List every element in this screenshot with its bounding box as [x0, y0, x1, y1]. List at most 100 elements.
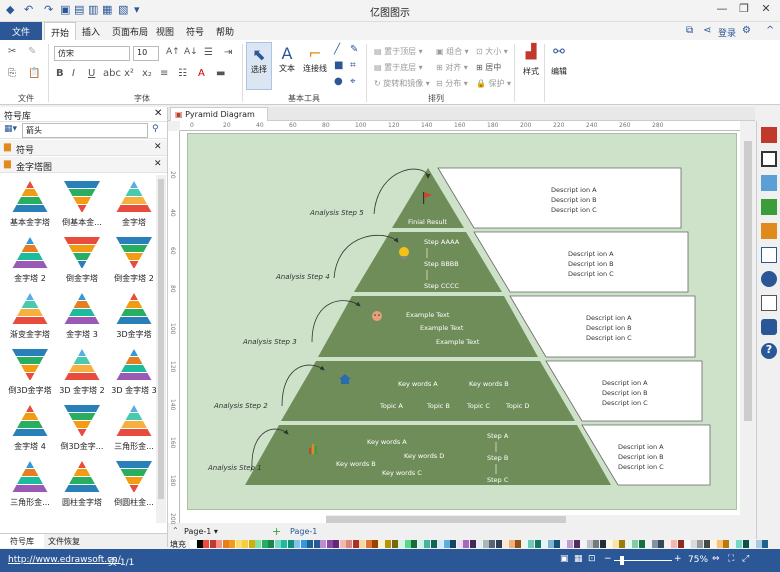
tier-4-item[interactable]: Key words A: [398, 380, 438, 388]
color-swatch[interactable]: [723, 540, 729, 548]
color-swatch[interactable]: [560, 540, 567, 548]
color-swatch[interactable]: [242, 540, 248, 548]
color-swatch[interactable]: [359, 540, 365, 548]
color-swatch[interactable]: [235, 540, 242, 548]
color-swatch[interactable]: [443, 540, 450, 548]
section-close-icon[interactable]: ✕: [154, 159, 162, 169]
underline-icon[interactable]: U: [88, 68, 95, 79]
description-line[interactable]: Descript ion B: [568, 260, 614, 268]
tab-help[interactable]: 帮助: [210, 22, 240, 40]
view-normal-icon[interactable]: ▣: [560, 554, 569, 564]
color-swatch[interactable]: [222, 540, 229, 548]
color-swatch[interactable]: [385, 540, 391, 548]
tier-2-item[interactable]: Step AAAA: [424, 238, 460, 246]
document-tab[interactable]: ▣ Pyramid Diagram ✕: [170, 107, 268, 128]
description-line[interactable]: Descript ion C: [551, 206, 597, 214]
color-swatch[interactable]: [365, 540, 372, 548]
font-grow-icon[interactable]: A↑: [166, 47, 180, 57]
tier-5-item[interactable]: Key words B: [336, 460, 376, 468]
shape-item[interactable]: 3D金字塔: [106, 287, 156, 341]
library-section-symbol[interactable]: ▆ 符号 ✕: [0, 140, 167, 156]
tab-symbol[interactable]: 符号: [180, 22, 210, 40]
center-button[interactable]: ⊞ 居中: [476, 62, 501, 73]
shape-item[interactable]: 圆柱金字塔: [54, 455, 110, 509]
color-swatch[interactable]: [677, 540, 684, 548]
view-grid-icon[interactable]: ▦: [574, 554, 583, 564]
shape-item[interactable]: 三角形金...: [2, 455, 58, 509]
color-swatch[interactable]: [196, 540, 203, 548]
color-swatch[interactable]: [521, 540, 528, 548]
text-tool-button[interactable]: A 文本: [274, 42, 300, 90]
color-swatch[interactable]: [482, 540, 489, 548]
page-nav-icon[interactable]: ⌃: [172, 526, 179, 535]
color-swatch[interactable]: [690, 540, 697, 548]
properties-icon[interactable]: [761, 295, 777, 311]
search-icon[interactable]: ⚲: [152, 124, 159, 134]
color-swatch[interactable]: [261, 540, 268, 548]
description-line[interactable]: Descript ion A: [618, 443, 664, 451]
shape-item[interactable]: 金字塔: [106, 175, 156, 229]
color-swatch[interactable]: [489, 540, 495, 548]
library-menu-icon[interactable]: ▦▾: [4, 124, 17, 134]
tier-4-item[interactable]: Topic B: [426, 402, 450, 410]
step-label-3[interactable]: Analysis Step 3: [242, 338, 297, 346]
color-swatch[interactable]: [378, 540, 385, 548]
color-swatch[interactable]: [755, 540, 762, 548]
color-swatch[interactable]: [703, 540, 710, 548]
crop-icon[interactable]: ⌗: [350, 60, 356, 71]
paste-icon[interactable]: 📋: [28, 68, 40, 79]
color-swatch[interactable]: [612, 540, 619, 548]
color-swatch[interactable]: [404, 540, 411, 548]
color-swatch[interactable]: [450, 540, 456, 548]
library-section-pyramid[interactable]: ▆ 金字塔图 ✕: [0, 157, 167, 173]
shape-item[interactable]: 倒金字塔: [54, 231, 110, 285]
description-line[interactable]: Descript ion C: [568, 270, 614, 278]
edit-button[interactable]: ⚯ 编辑: [546, 44, 572, 92]
color-swatch[interactable]: [502, 540, 508, 548]
shape-item[interactable]: 基本金字塔: [2, 175, 58, 229]
color-swatch[interactable]: [742, 540, 749, 548]
copy-icon[interactable]: ⎘: [8, 68, 16, 79]
size-button[interactable]: ⊡ 大小 ▾: [476, 46, 508, 57]
color-swatch[interactable]: [651, 540, 658, 548]
color-swatch[interactable]: [684, 540, 690, 548]
color-swatch[interactable]: [495, 540, 502, 548]
color-swatch[interactable]: [352, 540, 359, 548]
step-label-1[interactable]: Analysis Step 1: [207, 464, 262, 472]
color-swatch[interactable]: [469, 540, 476, 548]
page-tab[interactable]: Page-1: [290, 527, 317, 536]
description-line[interactable]: Descript ion B: [602, 389, 648, 397]
zoom-slider-thumb[interactable]: [620, 556, 624, 565]
tier-5-item[interactable]: Step C: [487, 476, 509, 484]
rotate-button[interactable]: ↻ 旋转和镜像 ▾: [374, 78, 430, 89]
library-scrollbar[interactable]: [156, 175, 166, 523]
color-swatch[interactable]: [190, 540, 196, 548]
color-swatch[interactable]: [697, 540, 703, 548]
library-close-icon[interactable]: ✕: [154, 108, 162, 119]
italic-icon[interactable]: I: [72, 68, 75, 79]
color-swatch[interactable]: [599, 540, 606, 548]
color-swatch[interactable]: [203, 540, 209, 548]
description-line[interactable]: Descript ion A: [551, 186, 597, 194]
color-swatch[interactable]: [534, 540, 541, 548]
description-line[interactable]: Descript ion C: [586, 334, 632, 342]
website-link[interactable]: http://www.edrawsoft.cn/: [8, 555, 121, 565]
close-icon[interactable]: ✕: [756, 2, 776, 18]
align-button[interactable]: ⊞ 对齐 ▾: [436, 62, 468, 73]
horizontal-scrollbar[interactable]: [326, 515, 742, 524]
indent-icon[interactable]: ⇥: [224, 47, 232, 58]
font-color-icon[interactable]: A: [198, 68, 205, 79]
color-swatch[interactable]: [209, 540, 216, 548]
navigator-icon[interactable]: [761, 271, 777, 287]
color-swatch[interactable]: [300, 540, 307, 548]
rectangle-icon[interactable]: ■: [334, 60, 343, 71]
shape-item[interactable]: 三角形金...: [106, 399, 156, 453]
step-label-4[interactable]: Analysis Step 4: [275, 273, 330, 281]
color-swatch[interactable]: [645, 540, 651, 548]
color-swatch[interactable]: [281, 540, 287, 548]
color-swatch[interactable]: [274, 540, 281, 548]
tier-5-item[interactable]: Step B: [487, 454, 508, 462]
step-label-2[interactable]: Analysis Step 2: [213, 402, 268, 410]
color-swatch[interactable]: [664, 540, 671, 548]
tab-page-layout[interactable]: 页面布局: [106, 22, 154, 40]
